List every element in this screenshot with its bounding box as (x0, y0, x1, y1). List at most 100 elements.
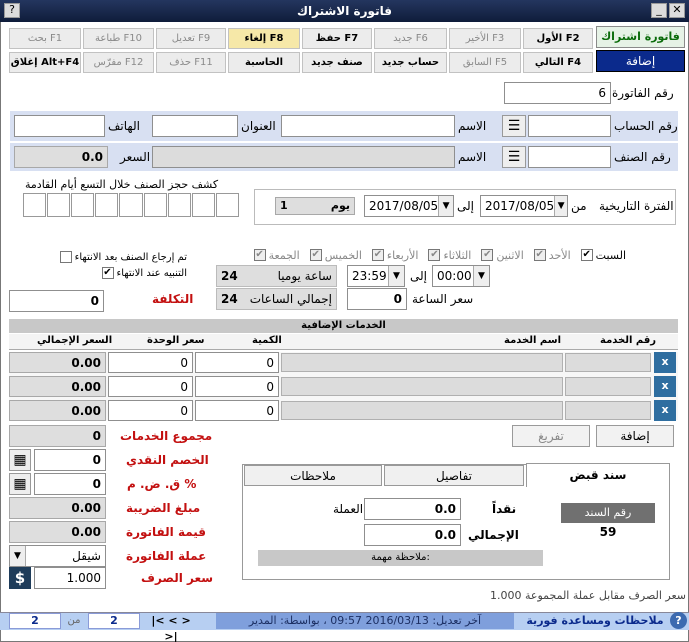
quantity-cell[interactable]: 0 (195, 400, 279, 421)
service-code-cell[interactable] (565, 353, 651, 372)
calculator-button[interactable]: الحاسبة (228, 52, 300, 73)
currency-label: عملة الفاتورة (126, 549, 207, 563)
calculator-icon[interactable]: ▦ (9, 473, 31, 495)
exit-button[interactable]: إغلاق Alt+F4 (9, 52, 81, 73)
receipt-total-input[interactable]: 0.0 (364, 524, 461, 546)
last-button[interactable]: الأخير F3 (449, 28, 521, 49)
unit-price-cell[interactable]: 0 (108, 352, 193, 373)
close-button[interactable]: ✕ (669, 3, 685, 18)
current-page[interactable]: 2 (88, 613, 140, 629)
hour-price-input[interactable]: 0 (347, 288, 407, 310)
mode-label: إضافة (596, 50, 685, 72)
phone-input[interactable] (14, 115, 105, 137)
account-number-input[interactable] (528, 115, 611, 137)
weekdays-row: ✔ السبت ✔ الأحد ✔ الاثنين ✔ الثلاثاء ✔ الأربع… (218, 247, 626, 263)
total-hours: 24 إجمالي الساعات (216, 288, 337, 310)
calculator-icon[interactable]: ▦ (9, 449, 31, 471)
tab-details[interactable]: تفاصيل (384, 465, 524, 486)
address-label: العنوان (241, 119, 276, 133)
alert-label: التنبيه عند الانتهاء (116, 267, 188, 279)
weekday-tue-label: الثلاثاء (443, 248, 472, 262)
service-name-cell[interactable] (281, 353, 563, 372)
weekday-sun[interactable]: ✔ الأحد (533, 247, 571, 263)
cash-input[interactable]: 0.0 (364, 498, 461, 520)
delete-button[interactable]: حذف F11 (156, 52, 226, 73)
next-button[interactable]: التالي F4 (523, 52, 593, 73)
item-list-icon[interactable]: ☰ (502, 146, 526, 168)
edit-button[interactable]: تعديل F9 (156, 28, 226, 49)
remove-row-icon[interactable]: x (654, 352, 676, 373)
weekday-mon[interactable]: ✔ الاثنين (481, 247, 524, 263)
item-number-input[interactable] (528, 146, 611, 168)
unit-price-cell[interactable]: 0 (108, 400, 193, 421)
col-quantity: الكمية (252, 335, 282, 346)
new-account-button[interactable]: حساب جديد (374, 52, 447, 73)
help-link[interactable]: ملاحظات ومساعدة فورية (522, 613, 668, 629)
currency-select[interactable]: شيقل ▼ (9, 545, 106, 567)
remove-row-icon[interactable]: x (654, 400, 676, 421)
invoice-number-input[interactable]: 6 (504, 82, 611, 104)
address-input[interactable] (152, 115, 238, 137)
weekday-sat[interactable]: ✔ السبت (580, 247, 626, 263)
new-button[interactable]: جديد F6 (374, 28, 447, 49)
service-code-cell[interactable] (565, 377, 651, 396)
save-button[interactable]: حفظ F7 (302, 28, 372, 49)
account-name-input[interactable] (281, 115, 455, 137)
quantity-cell[interactable]: 0 (195, 376, 279, 397)
clear-services-button[interactable]: تفريغ (512, 425, 590, 447)
alert-option[interactable]: ✔ التنبيه عند الانتهاء (42, 266, 187, 280)
cash-discount-input[interactable]: 0 (34, 449, 106, 471)
return-item-option[interactable]: تم إرجاع الصنف بعد الانتهاء (42, 250, 187, 264)
date-from-select[interactable]: 2017/08/05 ▼ (480, 195, 568, 217)
total-pages: 2 (9, 613, 61, 629)
check-icon: ✔ (253, 249, 266, 261)
service-code-cell[interactable] (565, 401, 651, 420)
print-button[interactable]: طباعة F10 (83, 28, 154, 49)
services-total-label: مجموع الخدمات (120, 429, 213, 443)
date-to-select[interactable]: 2017/08/05 ▼ (364, 195, 454, 217)
voucher-number-value: 59 (599, 525, 617, 539)
minimize-button[interactable]: _ (651, 3, 667, 18)
pager-navigation[interactable]: |< < > >| (145, 613, 197, 642)
percent-input[interactable]: 0 (34, 473, 106, 495)
help-button[interactable]: ? (4, 3, 20, 18)
search-button[interactable]: بحث F1 (9, 28, 81, 49)
weekday-tue[interactable]: ✔ الثلاثاء (428, 247, 471, 263)
quantity-cell[interactable]: 0 (195, 352, 279, 373)
unit-price-cell[interactable]: 0 (108, 376, 193, 397)
price-label: السعر (120, 150, 151, 164)
service-name-cell[interactable] (281, 401, 563, 420)
time-to-select[interactable]: 23:59 ▼ (347, 265, 405, 287)
tab-notes[interactable]: ملاحظات (244, 465, 382, 486)
checkbox-icon (59, 251, 72, 263)
booking-grid (23, 193, 239, 217)
previous-button[interactable]: السابق F5 (449, 52, 521, 73)
weekday-thu[interactable]: ✔ الخميس (309, 247, 362, 263)
account-name-label: الاسم (458, 119, 487, 133)
check-icon: ✔ (481, 249, 494, 261)
service-name-cell[interactable] (281, 377, 563, 396)
account-list-icon[interactable]: ☰ (502, 115, 526, 137)
currency-value: شيقل (72, 549, 101, 563)
tax-amount-label: مبلغ الضريبة (126, 501, 201, 515)
time-from-value: 00:00 (437, 269, 472, 283)
weekday-wed[interactable]: ✔ الأربعاء (371, 247, 418, 263)
add-service-button[interactable]: إضافة (596, 425, 674, 447)
cost-label: التكلفة (152, 292, 194, 306)
cancel-button[interactable]: إلغاء F8 (228, 28, 300, 49)
remove-row-icon[interactable]: x (654, 376, 676, 397)
first-button[interactable]: الأول F2 (523, 28, 593, 49)
cost-input[interactable]: 0 (9, 290, 104, 312)
help-icon[interactable]: ? (670, 612, 687, 629)
new-item-button[interactable]: صنف جديد (302, 52, 372, 73)
time-from-select[interactable]: 00:00 ▼ (432, 265, 490, 287)
exchange-rate-label: سعر الصرف (141, 571, 214, 585)
clear-button[interactable]: مفرّس F12 (83, 52, 154, 73)
weekday-fri[interactable]: ✔ الجمعة (253, 247, 300, 263)
dollar-icon[interactable]: $ (9, 567, 31, 589)
cash-label: نقداً (492, 502, 517, 516)
period-to-label: إلى (457, 199, 474, 213)
tab-receipt[interactable]: سند قبض (526, 463, 670, 487)
exchange-rate-input[interactable]: 1.000 (34, 567, 106, 589)
chevron-down-icon: ▼ (10, 546, 26, 566)
